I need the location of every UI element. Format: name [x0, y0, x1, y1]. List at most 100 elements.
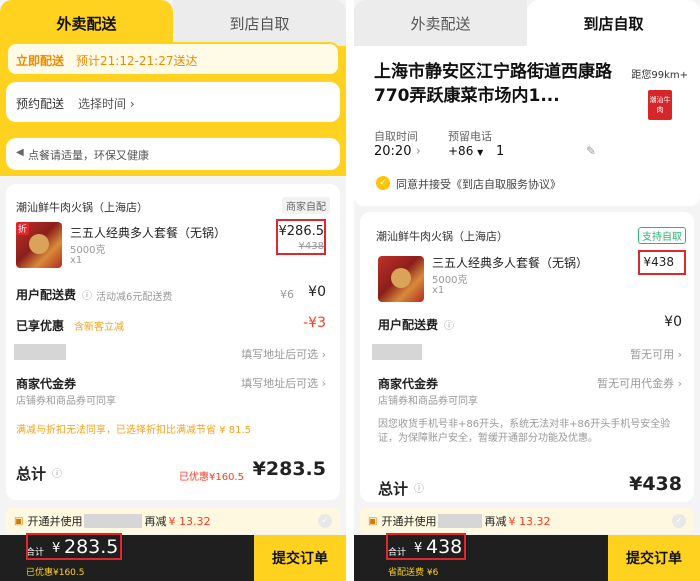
discount-label: 已享优惠 — [16, 319, 65, 333]
phone-value[interactable]: 1 — [496, 144, 504, 159]
phone-label: 预留电话 — [448, 130, 492, 143]
delivery-type-badge: 商家自配 — [282, 197, 330, 214]
submit-order-button[interactable]: 提交订单 — [608, 535, 700, 581]
coupon-icon: ▣ — [14, 515, 24, 527]
discount-value: -¥3 — [303, 315, 326, 331]
product-name: 三五人经典多人套餐（无锅） — [70, 226, 227, 240]
voucher-subtext: 店铺券和商品券可同享 — [16, 396, 116, 407]
total-value: ¥438 — [629, 473, 682, 495]
checkout-highlight-box — [26, 533, 122, 560]
tab-pickup[interactable]: 到店自取 — [173, 0, 346, 46]
blurred-membership-name — [84, 514, 143, 528]
product-quantity: x1 — [70, 255, 83, 266]
product-weight: 5000克 — [70, 245, 106, 256]
delivery-fee-label: 用户配送费 — [16, 288, 77, 302]
tab-delivery[interactable]: 外卖配送 — [354, 0, 527, 46]
delivery-fee-value: ¥0 — [664, 314, 682, 330]
pickup-time-label: 自取时间 — [374, 130, 418, 143]
phone-warning: 因您收货手机号非+86开头，系统无法对非+86开头手机号安全验证，为保障账户安全… — [378, 419, 671, 444]
product-quantity: x1 — [432, 285, 445, 296]
product-image[interactable] — [378, 256, 424, 302]
checkout-highlight-box — [386, 533, 466, 560]
distance-label: 距您99km+ — [631, 70, 688, 81]
price-highlight-box — [638, 250, 686, 275]
coupon-icon: ▣ — [368, 515, 378, 527]
total-saved: 已优惠¥160.5 — [179, 472, 244, 483]
info-icon[interactable]: ⓘ — [444, 317, 454, 332]
agree-checkbox-icon[interactable]: ✓ — [376, 176, 390, 190]
delivery-order-panel: 外卖配送 到店自取 立即配送 预计21:12-21:27送达 预约配送 选择时间… — [0, 0, 346, 581]
delivery-fee-label: 用户配送费 — [378, 318, 439, 332]
store-address: 上海市静安区江宁路街道西康路770弄跃康菜市场内1... — [374, 62, 612, 106]
promo-amount: ¥ 13.32 — [168, 514, 211, 528]
total-value: ¥283.5 — [252, 458, 326, 480]
promo-prefix: 开通并使用 — [27, 515, 83, 528]
checkbox-icon[interactable]: ✓ — [318, 514, 332, 528]
blurred-coupon-label — [14, 344, 66, 360]
discount-tag: 折 — [16, 222, 30, 235]
voucher-label: 商家代金券 — [378, 377, 439, 391]
membership-promo[interactable]: ▣ 开通并使用 再减 ¥ 13.32 ✓ — [6, 508, 340, 534]
immediate-delivery-label: 立即配送 — [16, 54, 65, 68]
store-name: 潮汕鲜牛肉火锅（上海店） — [16, 201, 148, 214]
chevron-right-icon: › — [415, 144, 421, 159]
eco-notice: ◀ 点餐请适量，环保又健康 — [6, 138, 340, 170]
checkout-saved: 省配送费 ¥6 — [388, 568, 439, 578]
pickup-info-card: 上海市静安区江宁路街道西康路770弄跃康菜市场内1... 距您99km+ 潮汕牛… — [354, 46, 700, 206]
order-mode-tabs: 外卖配送 到店自取 — [354, 0, 700, 46]
promo-suffix: 再减 — [484, 515, 507, 528]
combo-note: 满减与折扣无法同享，已选择折扣比满减节省 ¥ 81.5 — [16, 425, 251, 436]
chevron-right-icon: › — [677, 348, 682, 361]
coupon-hint[interactable]: 填写地址后可选 › — [241, 346, 326, 362]
product-weight: 5000克 — [432, 275, 468, 286]
chevron-right-icon: › — [321, 348, 326, 361]
voucher-hint[interactable]: 填写地址后可选 › — [241, 375, 326, 391]
chevron-right-icon: › — [321, 377, 326, 390]
pickup-order-panel: 外卖配送 到店自取 上海市静安区江宁路街道西康路770弄跃康菜市场内1... 距… — [354, 0, 700, 581]
scheduled-delivery-option[interactable]: 预约配送 选择时间 › — [6, 82, 340, 122]
delivery-eta: 预计21:12-21:27送达 — [76, 54, 198, 68]
price-highlight-box — [276, 219, 326, 255]
phone-country-code[interactable]: +86 ▼ — [448, 144, 483, 158]
promo-suffix: 再减 — [144, 515, 167, 528]
info-icon[interactable]: ⓘ — [82, 287, 92, 302]
pickup-time-value[interactable]: 20:20 › — [374, 144, 421, 159]
delivery-fee-value: ¥0 — [308, 284, 326, 300]
voucher-subtext: 店铺券和商品券可同享 — [378, 396, 478, 407]
membership-promo[interactable]: ▣ 开通并使用 再减 ¥ 13.32 ✓ — [360, 508, 694, 534]
chevron-right-icon: › — [677, 377, 682, 390]
scheduled-delivery-label: 预约配送 — [16, 97, 65, 111]
checkbox-icon[interactable]: ✓ — [672, 514, 686, 528]
chevron-right-icon: › — [129, 97, 135, 111]
tab-delivery[interactable]: 外卖配送 — [0, 0, 173, 46]
info-icon[interactable]: ⓘ — [52, 465, 62, 480]
total-label: 总计 — [378, 480, 409, 498]
voucher-hint[interactable]: 暂无可用代金券 › — [597, 375, 682, 391]
edit-icon[interactable]: ✎ — [586, 144, 596, 158]
tab-pickup[interactable]: 到店自取 — [527, 0, 700, 46]
promo-amount: ¥ 13.32 — [508, 514, 551, 528]
immediate-delivery-option[interactable]: 立即配送 预计21:12-21:27送达 — [6, 42, 340, 76]
order-mode-tabs: 外卖配送 到店自取 — [0, 0, 346, 46]
eco-notice-text: 点餐请适量，环保又健康 — [28, 149, 149, 162]
pickup-support-badge: 支持自取 — [638, 227, 686, 244]
delivery-fee-original: ¥6 — [280, 288, 294, 301]
submit-order-button[interactable]: 提交订单 — [254, 535, 346, 581]
product-name: 三五人经典多人套餐（无锅） — [432, 256, 589, 270]
speaker-icon: ◀ — [16, 147, 24, 158]
store-logo: 潮汕牛肉 — [648, 90, 672, 120]
blurred-coupon-label — [372, 344, 422, 360]
info-icon[interactable]: ⓘ — [414, 480, 424, 495]
coupon-hint[interactable]: 暂无可用 › — [630, 346, 682, 362]
select-time-link[interactable]: 选择时间 › — [78, 95, 135, 112]
promo-prefix: 开通并使用 — [381, 515, 437, 528]
voucher-label: 商家代金券 — [16, 377, 77, 391]
discount-hint: 含新客立减 — [74, 322, 124, 333]
checkout-saved: 已优惠¥160.5 — [26, 568, 85, 578]
total-label: 总计 — [16, 465, 47, 483]
agreement-text[interactable]: 同意并接受《到店自取服务协议》 — [396, 176, 561, 192]
delivery-fee-hint: 活动减6元配送费 — [96, 292, 173, 303]
blurred-membership-name — [438, 514, 483, 528]
caret-down-icon: ▼ — [477, 148, 484, 157]
store-name: 潮汕鲜牛肉火锅（上海店） — [376, 230, 508, 243]
